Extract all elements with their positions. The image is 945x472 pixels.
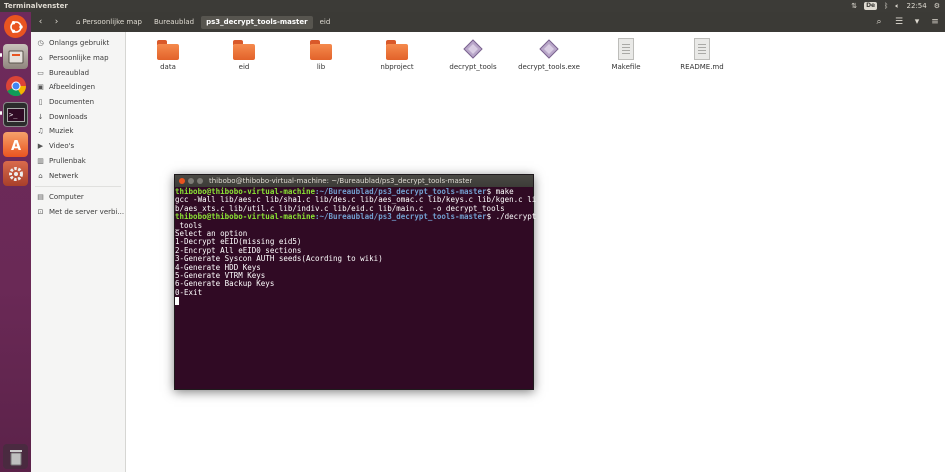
crumb-ps3-decrypt-tools-master[interactable]: ps3_decrypt_tools-master bbox=[201, 15, 313, 29]
sidebar-item-downloads[interactable]: ↓ Downloads bbox=[31, 109, 125, 124]
computer-icon: ▤ bbox=[37, 193, 44, 202]
recent-icon: ◷ bbox=[37, 39, 44, 48]
server-icon: ⊡ bbox=[37, 207, 44, 216]
sidebar-item-computer[interactable]: ▤ Computer bbox=[31, 190, 125, 205]
trash-icon: ▥ bbox=[37, 156, 44, 165]
sidebar-item-trash[interactable]: ▥ Prullenbak bbox=[31, 154, 125, 169]
running-indicator bbox=[0, 53, 2, 57]
terminal-window[interactable]: thibobo@thibobo-virtual-machine: ~/Burea… bbox=[174, 174, 537, 390]
maximize-icon[interactable] bbox=[197, 178, 203, 184]
window-title: Terminalvenster bbox=[4, 2, 68, 10]
launcher: >_ A bbox=[0, 12, 31, 472]
music-icon: ♫ bbox=[37, 127, 44, 136]
file-item[interactable]: decrypt_tools bbox=[438, 38, 508, 71]
view-options-icon[interactable]: ▾ bbox=[910, 15, 924, 29]
sidebar-item-home[interactable]: ⌂ Persoonlijke map bbox=[31, 51, 125, 66]
sidebar-divider bbox=[35, 185, 121, 187]
svg-text:A: A bbox=[11, 139, 21, 153]
file-item[interactable]: data bbox=[133, 38, 203, 71]
document-icon: ▯ bbox=[38, 98, 43, 107]
terminal-line: 0-Exit bbox=[175, 287, 203, 297]
network-sort-icon[interactable]: ⇅ bbox=[851, 2, 857, 10]
network-icon: ⌂ bbox=[38, 171, 43, 180]
desktop-icon: ▭ bbox=[37, 68, 44, 77]
terminal-line: 6-Generate Backup Keys bbox=[175, 279, 275, 289]
file-item[interactable]: lib bbox=[286, 38, 356, 71]
minimize-icon[interactable] bbox=[188, 178, 194, 184]
svg-text:>_: >_ bbox=[9, 111, 18, 119]
sidebar-item-recent[interactable]: ◷ Onlangs gebruikt bbox=[31, 36, 125, 51]
system-settings-icon[interactable] bbox=[3, 161, 28, 186]
files-launcher-icon[interactable] bbox=[3, 44, 28, 69]
pictures-icon: ▣ bbox=[37, 83, 44, 92]
executable-icon bbox=[538, 38, 560, 60]
sidebar-item-pictures[interactable]: ▣ Afbeeldingen bbox=[31, 80, 125, 95]
video-icon: ▶ bbox=[37, 142, 44, 151]
executable-icon bbox=[462, 38, 484, 60]
file-item[interactable]: nbproject bbox=[362, 38, 432, 71]
sidebar-item-documents[interactable]: ▯ Documenten bbox=[31, 95, 125, 110]
menu-icon[interactable]: ≡ bbox=[928, 15, 942, 29]
crumb-home[interactable]: ⌂ Persoonlijke map bbox=[71, 16, 147, 29]
back-button[interactable]: ‹ bbox=[34, 16, 47, 29]
clock[interactable]: 22:54 bbox=[907, 2, 927, 10]
terminal-line bbox=[175, 297, 533, 306]
folder-icon bbox=[386, 38, 408, 60]
top-panel: Terminalvenster ⇅ De ᛒ 🔈︎ 22:54 ⚙ bbox=[0, 0, 945, 12]
crumb-bureaublad[interactable]: Bureaublad bbox=[149, 16, 199, 29]
file-item[interactable]: README.md bbox=[667, 38, 737, 71]
folder-icon bbox=[157, 38, 179, 60]
home-icon: ⌂ bbox=[38, 54, 43, 63]
software-center-icon[interactable]: A bbox=[3, 132, 28, 157]
file-item[interactable]: decrypt_tools.exe bbox=[514, 38, 584, 71]
home-icon: ⌂ bbox=[76, 18, 81, 26]
terminal-launcher-icon[interactable]: >_ bbox=[3, 102, 28, 127]
sidebar-item-network[interactable]: ⌂ Netwerk bbox=[31, 168, 125, 183]
file-item[interactable]: Makefile bbox=[591, 38, 661, 71]
forward-button[interactable]: › bbox=[50, 16, 63, 29]
crumb-eid[interactable]: eid bbox=[315, 16, 336, 29]
text-file-icon bbox=[691, 38, 713, 60]
search-icon[interactable]: ⌕ bbox=[872, 15, 886, 29]
folder-icon bbox=[233, 38, 255, 60]
gear-icon[interactable]: ⚙ bbox=[934, 2, 940, 10]
close-icon[interactable] bbox=[179, 178, 185, 184]
folder-icon bbox=[310, 38, 332, 60]
bluetooth-icon[interactable]: ᛒ bbox=[884, 2, 888, 10]
sidebar-item-desktop[interactable]: ▭ Bureaublad bbox=[31, 65, 125, 80]
indicator-area: ⇅ De ᛒ 🔈︎ 22:54 ⚙ bbox=[851, 2, 940, 11]
keyboard-layout-badge[interactable]: De bbox=[864, 2, 878, 10]
trash-icon[interactable] bbox=[3, 444, 28, 469]
speaker-icon[interactable]: 🔈︎ bbox=[895, 2, 899, 11]
list-view-icon[interactable]: ☰ bbox=[892, 15, 906, 29]
download-icon: ↓ bbox=[37, 112, 44, 121]
terminal-title: thibobo@thibobo-virtual-machine: ~/Burea… bbox=[209, 177, 473, 185]
sidebar-item-connect-server[interactable]: ⊡ Met de server verbi... bbox=[31, 205, 125, 220]
file-item[interactable]: eid bbox=[209, 38, 279, 71]
places-sidebar: ◷ Onlangs gebruikt ⌂ Persoonlijke map ▭ Bur… bbox=[31, 32, 126, 472]
file-manager-header: ‹ › ⌂ Persoonlijke map Bureaublad ps3_de… bbox=[31, 12, 945, 32]
dash-home-icon[interactable] bbox=[4, 15, 27, 38]
text-cursor[interactable] bbox=[175, 297, 179, 306]
running-indicator-terminal bbox=[0, 111, 2, 115]
text-file-icon bbox=[615, 38, 637, 60]
terminal-line: thibobo@thibobo-virtual-machine:~/Bureau… bbox=[175, 212, 537, 222]
terminal-titlebar[interactable]: thibobo@thibobo-virtual-machine: ~/Burea… bbox=[175, 175, 533, 187]
sidebar-item-music[interactable]: ♫ Muziek bbox=[31, 124, 125, 139]
chrome-icon[interactable] bbox=[3, 73, 28, 98]
sidebar-item-videos[interactable]: ▶ Video's bbox=[31, 139, 125, 154]
terminal-output[interactable]: thibobo@thibobo-virtual-machine:~/Bureau… bbox=[175, 187, 537, 307]
